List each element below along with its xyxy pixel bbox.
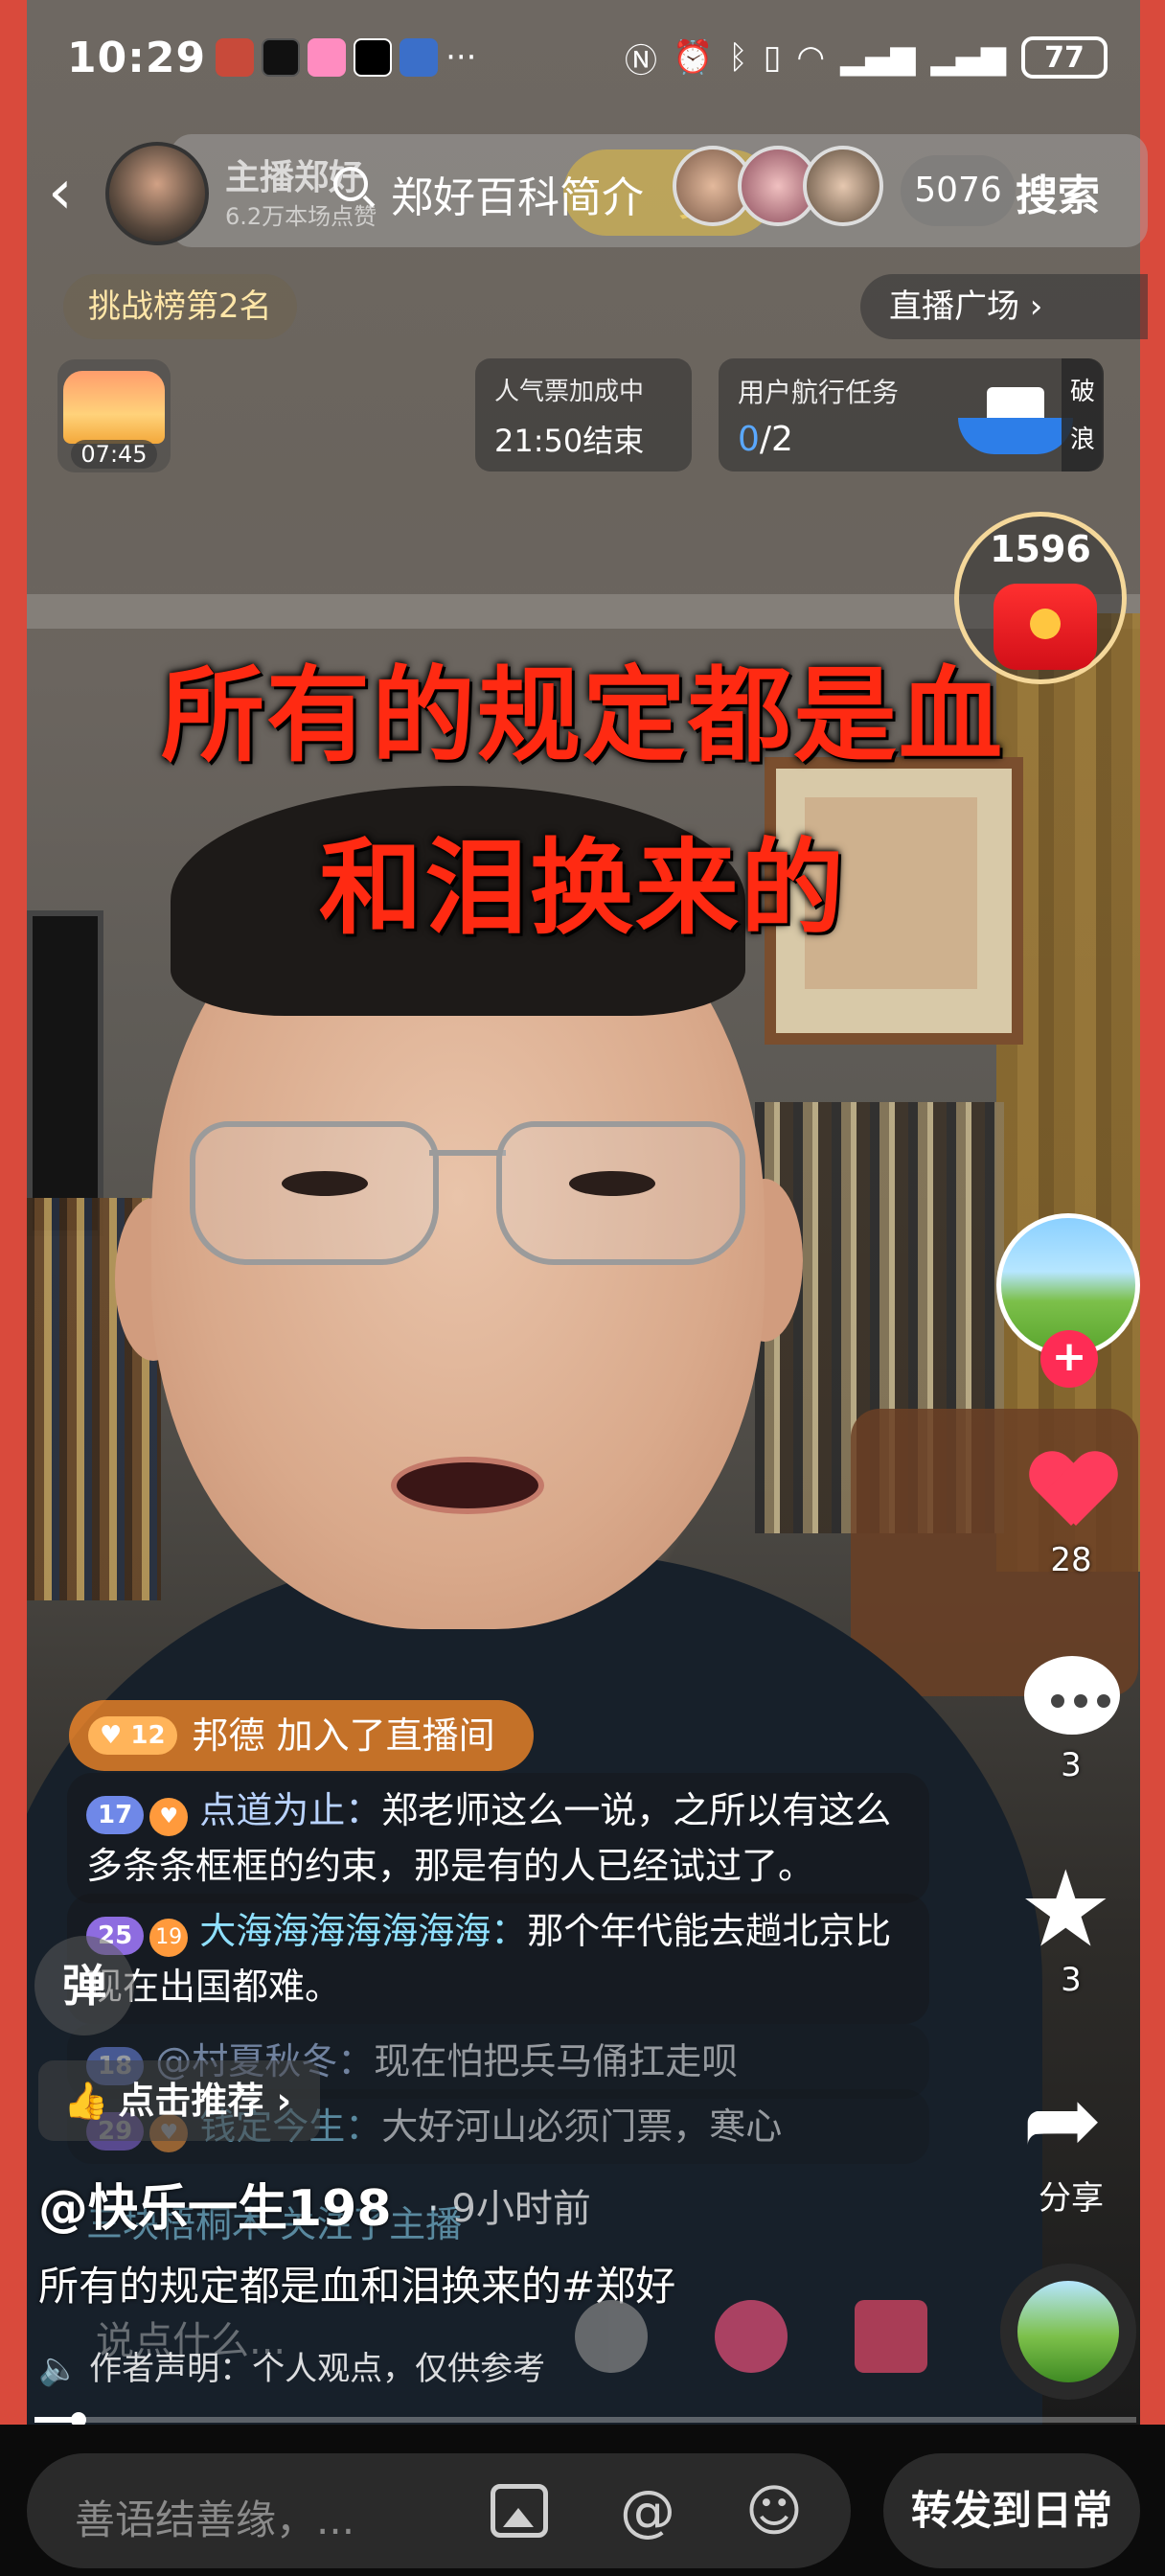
author-disclaimer: 🔈 作者声明：个人观点，仅供参考 <box>38 2350 546 2388</box>
forward-to-daily-button[interactable]: 转发到日常 <box>883 2453 1140 2568</box>
red-packet-count: 1596 <box>990 528 1091 570</box>
fan-badge-icon: 19 <box>149 1919 189 1957</box>
treasure-chest-card[interactable]: 07:45 <box>57 359 171 472</box>
gift-box-icon[interactable] <box>855 2300 927 2373</box>
post-time: · 9小时前 <box>427 2187 591 2231</box>
join-text: 邦德 加入了直播间 <box>192 1714 495 1757</box>
wifi-icon: ◠ <box>796 38 826 77</box>
host-likes: 6.2万本场点赞 <box>225 203 377 230</box>
challenge-rank-badge[interactable]: 挑战榜第2名 <box>63 274 297 339</box>
popularity-title: 人气票加成中 <box>494 378 645 406</box>
star-icon: ★ <box>1018 1848 1113 1970</box>
live-plaza-button[interactable]: 直播广场 › <box>860 274 1148 339</box>
playback-progress[interactable] <box>34 2412 1136 2427</box>
heart-icon <box>1030 1453 1112 1526</box>
viewer-avatars[interactable] <box>673 146 883 226</box>
chest-countdown: 07:45 <box>71 440 157 469</box>
follow-plus-button[interactable]: + <box>1040 1330 1098 1388</box>
comment-icon <box>1024 1656 1120 1735</box>
search-query[interactable]: 郑好百科简介 <box>391 163 644 224</box>
popularity-end-time: 21:50结束 <box>494 423 645 459</box>
chat-text: 大好河山必须门票，寒心 <box>381 2105 783 2148</box>
break-wave-tag[interactable]: 破浪 <box>1062 358 1104 472</box>
tiktok-icon <box>262 38 301 77</box>
comment-placeholder: 善语结善缘，... <box>75 2496 355 2543</box>
vibrate-icon: ▯ <box>763 38 782 77</box>
comment-button[interactable]: 3 <box>1014 1648 1129 1784</box>
emoji-gift-icon[interactable] <box>575 2300 648 2373</box>
thumbs-up-icon: 👍 <box>63 2080 109 2122</box>
comment-count: 3 <box>1061 1746 1082 1784</box>
host-mouth <box>391 1457 544 1514</box>
user-level-badge: 17 <box>86 1796 145 1834</box>
signal-icon: ▂▄▆ <box>840 38 916 77</box>
like-count: 28 <box>1050 1541 1092 1579</box>
chat-message[interactable]: 17 ♥ 点道为止：郑老师这么一说，之所以有这么多条条框框的约束，那是有的人已经试… <box>67 1773 929 1903</box>
status-time: 10:29 <box>67 33 207 82</box>
status-system-icons: Ⓝ ⏰ ᛒ ▯ ◠ ▂▄▆ ▂▄▆ 77 <box>625 34 1108 81</box>
chat-text: 现在怕把兵马俑扛走呗 <box>374 2040 739 2082</box>
recommend-button[interactable]: 👍 点击推荐 › <box>38 2060 321 2141</box>
cloud-app-icon <box>400 38 439 77</box>
capcut-icon <box>354 38 393 77</box>
share-label: 分享 <box>1039 2179 1104 2218</box>
speaker-icon: 🔈 <box>38 2350 80 2388</box>
search-button[interactable]: 搜索 <box>1016 161 1100 222</box>
chat-username[interactable]: 点道为止： <box>199 1789 381 1831</box>
battery-icon: 77 <box>1021 36 1108 79</box>
treasure-chest-icon <box>63 371 165 444</box>
status-bar: 10:29 ··· Ⓝ ⏰ ᛒ ▯ ◠ ▂▄▆ ▂▄▆ 77 <box>0 0 1165 115</box>
emoji-icon[interactable]: ☺ <box>740 2476 809 2545</box>
app-notification-icon <box>216 38 255 77</box>
back-icon[interactable]: ‹ <box>48 157 105 228</box>
ship-icon <box>958 368 1073 464</box>
status-more-icon: ··· <box>445 38 477 77</box>
image-icon[interactable] <box>491 2484 548 2538</box>
viewer-avatar[interactable] <box>803 146 883 226</box>
flower-app-icon <box>308 38 347 77</box>
chat-message[interactable]: 25 19 大海海海海海海海：那个年代能去趟北京比现在出国都难。 <box>67 1894 929 2024</box>
author-name[interactable]: @快乐一生198 <box>38 2168 392 2240</box>
video-caption-line2: 和泪换来的 <box>318 829 846 949</box>
heart-gift-icon[interactable] <box>715 2300 788 2373</box>
favorite-button[interactable]: ★ 3 <box>1014 1848 1129 1999</box>
comment-input[interactable]: 善语结善缘，... @ ☺ <box>27 2453 851 2568</box>
video-caption-line1: 所有的规定都是血 <box>160 656 1004 776</box>
host-avatar[interactable] <box>105 142 209 245</box>
share-button[interactable]: ➦ 分享 <box>1014 2063 1129 2219</box>
host-name[interactable]: 主播郑好 <box>225 150 363 199</box>
like-button[interactable]: 28 <box>1014 1443 1129 1579</box>
voyage-task-card[interactable]: 用户航行任务 0/2 <box>719 358 1102 472</box>
fan-level-badge: ♥ 12 <box>88 1716 177 1755</box>
danmu-toggle-button[interactable]: 弹 <box>34 1936 134 2036</box>
join-notification: ♥ 12 邦德 加入了直播间 <box>69 1700 534 1771</box>
signal-2-icon: ▂▄▆ <box>930 38 1006 77</box>
share-icon: ➦ <box>1022 2063 1103 2175</box>
music-disc-icon[interactable] <box>1000 2264 1136 2400</box>
live-header: 员 郑好百科简介 ‹ 主播郑好 6.2万本场点赞 5076 搜索 <box>48 134 1148 249</box>
nfc-icon: Ⓝ <box>624 41 657 80</box>
viewer-count[interactable]: 5076 <box>901 155 1016 226</box>
alarm-icon: ⏰ <box>672 38 714 77</box>
bluetooth-icon: ᛒ <box>728 38 748 77</box>
popularity-card[interactable]: 人气票加成中 21:50结束 <box>475 358 692 472</box>
background-tv <box>27 910 103 1236</box>
host-glasses <box>171 1102 765 1275</box>
status-app-icons: ··· <box>216 38 477 77</box>
bottom-bar: 善语结善缘，... @ ☺ 转发到日常 <box>0 2425 1165 2576</box>
fan-badge-icon: ♥ <box>149 1798 189 1836</box>
live-gift-row <box>575 2300 927 2373</box>
chat-username[interactable]: 大海海海海海海海： <box>199 1910 527 1952</box>
at-mention-icon[interactable]: @ <box>613 2476 682 2545</box>
